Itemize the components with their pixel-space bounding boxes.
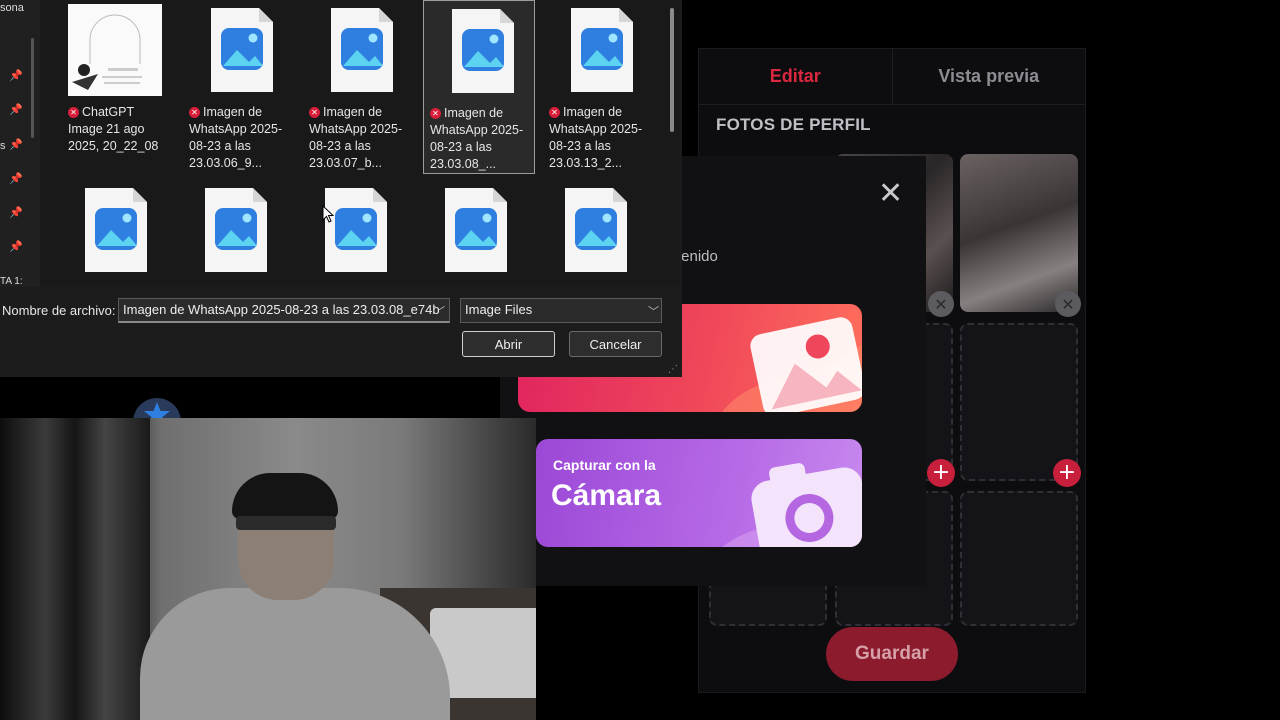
filename-input[interactable]: Imagen de WhatsApp 2025-08-23 a las 23.0… — [118, 298, 450, 323]
pin-icon: 📌 — [9, 172, 23, 185]
chevron-down-icon[interactable]: ﹀ — [434, 303, 445, 319]
file-list: ✕ ChatGPT Image 21 ago 2025, 20_22_08 ✕ Im… — [40, 0, 680, 287]
file-item[interactable] — [297, 180, 409, 287]
image-file-icon — [325, 188, 387, 272]
add-photo-button[interactable]: + — [927, 459, 955, 487]
filename-label: Nombre de archivo: — [2, 303, 116, 318]
cancel-button[interactable]: Cancelar — [569, 331, 662, 357]
mouse-cursor-icon — [322, 205, 334, 223]
error-icon: ✕ — [68, 107, 79, 118]
file-name: ✕ ChatGPT Image 21 ago 2025, 20_22_08 — [68, 105, 159, 153]
error-icon: ✕ — [430, 108, 441, 119]
file-name: ✕ Imagen de WhatsApp 2025-08-23 a las 23.… — [189, 105, 283, 170]
pin-icon: 📌 — [9, 69, 23, 82]
close-icon[interactable]: ✕ — [878, 179, 903, 209]
camera-card-caption: Capturar con la — [553, 457, 656, 473]
webcam-overlay — [0, 418, 536, 720]
screen: Editar Vista previa FOTOS DE PERFIL ✕ ✕ … — [0, 0, 1280, 720]
file-item[interactable]: ✕ Imagen de WhatsApp 2025-08-23 a las 23.… — [183, 0, 295, 174]
file-item[interactable] — [417, 180, 529, 287]
file-open-dialog: sona s TA 1: 📌 📌 📌 📌 📌 📌 ✕ ChatGPT Image… — [0, 0, 682, 377]
file-item-selected[interactable]: ✕ Imagen de WhatsApp 2025-08-23 a las 23.… — [423, 0, 535, 174]
resize-grip-icon[interactable]: ⋰ — [668, 364, 678, 375]
image-file-icon — [331, 8, 393, 92]
file-name: ✕ Imagen de WhatsApp 2025-08-23 a las 23.… — [309, 105, 403, 170]
image-file-icon — [445, 188, 507, 272]
star-icon — [133, 398, 181, 418]
image-file-icon — [452, 9, 514, 93]
camera-icon — [722, 463, 862, 547]
pin-icon: 📌 — [9, 206, 23, 219]
image-file-icon — [565, 188, 627, 272]
image-file-icon — [205, 188, 267, 272]
tab-edit[interactable]: Editar — [699, 49, 893, 104]
file-name: ✕ Imagen de WhatsApp 2025-08-23 a las 23.… — [549, 105, 643, 170]
image-file-icon — [85, 188, 147, 272]
webcam-person — [140, 588, 450, 720]
remove-photo-2-button[interactable]: ✕ — [928, 291, 954, 317]
webcam-person — [236, 516, 336, 530]
nav-item-label[interactable]: TA 1: — [0, 276, 23, 287]
gallery-image-icon — [722, 317, 862, 412]
nav-scrollbar[interactable] — [31, 38, 34, 138]
camera-card-title: Cámara — [551, 479, 662, 512]
camera-option-card[interactable]: Capturar con la Cámara — [536, 439, 862, 547]
tab-preview[interactable]: Vista previa — [893, 49, 1086, 104]
open-button[interactable]: Abrir — [462, 331, 555, 357]
image-file-icon — [211, 8, 273, 92]
file-thumbnail — [68, 4, 162, 96]
file-list-scrollbar[interactable] — [670, 8, 674, 132]
error-icon: ✕ — [309, 107, 320, 118]
pin-icon: 📌 — [9, 240, 23, 253]
remove-photo-3-button[interactable]: ✕ — [1055, 291, 1081, 317]
nav-item-label[interactable]: sona — [0, 2, 24, 14]
webcam-person — [232, 473, 338, 519]
section-title: FOTOS DE PERFIL — [716, 115, 871, 134]
dialog-nav-pane: sona s TA 1: 📌 📌 📌 📌 📌 📌 — [0, 0, 40, 287]
empty-photo-slot[interactable] — [960, 323, 1078, 481]
save-button[interactable]: Guardar — [826, 627, 958, 681]
pin-icon: 📌 — [9, 138, 23, 151]
error-icon: ✕ — [189, 107, 200, 118]
webcam-background — [0, 418, 150, 720]
editor-tabs: Editar Vista previa — [699, 49, 1085, 105]
modal-subtitle: tenido — [677, 248, 718, 265]
empty-photo-slot[interactable] — [960, 491, 1078, 626]
add-photo-button[interactable]: + — [1053, 459, 1081, 487]
error-icon: ✕ — [549, 107, 560, 118]
file-name: ✕ Imagen de WhatsApp 2025-08-23 a las 23.… — [430, 106, 524, 171]
file-item[interactable] — [537, 180, 649, 287]
profile-photo-3[interactable] — [960, 154, 1078, 312]
file-item[interactable]: ✕ ChatGPT Image 21 ago 2025, 20_22_08 — [40, 0, 162, 174]
filename-row: Nombre de archivo: Imagen de WhatsApp 20… — [0, 298, 682, 324]
filetype-select[interactable]: Image Files — [460, 298, 662, 323]
image-file-icon — [571, 8, 633, 92]
chevron-down-icon[interactable]: ﹀ — [648, 303, 659, 319]
file-item[interactable] — [177, 180, 289, 287]
file-item[interactable] — [57, 180, 169, 287]
pin-icon: 📌 — [9, 103, 23, 116]
file-item[interactable]: ✕ Imagen de WhatsApp 2025-08-23 a las 23.… — [543, 0, 655, 174]
file-item[interactable]: ✕ Imagen de WhatsApp 2025-08-23 a las 23.… — [303, 0, 415, 174]
nav-item-label[interactable]: s — [0, 140, 6, 152]
